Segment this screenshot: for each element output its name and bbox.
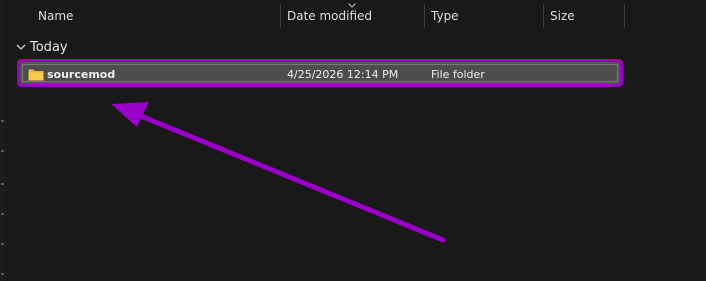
navigation-pane-edge: [0, 0, 6, 281]
edge-mark: [1, 120, 4, 122]
annotation-arrow: [111, 102, 446, 243]
edge-mark: [1, 183, 4, 185]
selected-row-highlight: sourcemod 4/25/2026 12:14 PM File folder: [22, 64, 618, 82]
arrow-head: [111, 102, 149, 127]
file-date-modified: 4/25/2026 12:14 PM: [287, 68, 399, 81]
column-header-name[interactable]: Name: [32, 0, 280, 30]
chevron-down-icon[interactable]: [16, 42, 26, 52]
column-header-row: Name Date modified Type Size: [0, 0, 706, 30]
file-explorer-list-view: Name Date modified Type Size Today sourc…: [0, 0, 706, 281]
edge-mark: [1, 273, 4, 275]
group-header-today[interactable]: Today: [16, 38, 68, 56]
column-header-date-modified[interactable]: Date modified: [281, 0, 424, 30]
edge-mark: [1, 213, 4, 215]
folder-icon: [28, 69, 44, 81]
column-header-size[interactable]: Size: [544, 0, 624, 30]
file-row-sourcemod[interactable]: sourcemod 4/25/2026 12:14 PM File folder: [17, 59, 623, 87]
column-header-type[interactable]: Type: [425, 0, 543, 30]
file-type: File folder: [431, 68, 485, 81]
edge-mark: [1, 150, 4, 152]
edge-mark: [1, 243, 4, 245]
column-divider[interactable]: [624, 4, 625, 28]
file-name[interactable]: sourcemod: [47, 65, 115, 85]
arrow-shaft: [133, 111, 446, 243]
group-label: Today: [30, 39, 68, 55]
